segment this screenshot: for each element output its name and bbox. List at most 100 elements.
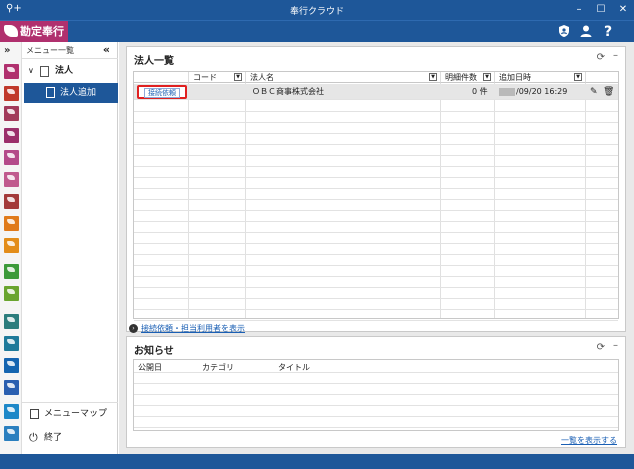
empty-row xyxy=(134,156,618,167)
app-switch-icon[interactable] xyxy=(4,172,19,187)
menu-header: メニュー一覧 « xyxy=(22,42,118,59)
column-header-date[interactable]: 追加日時 ▼ xyxy=(495,72,586,83)
arrow-right-circle-icon: › xyxy=(129,324,138,333)
building-icon xyxy=(40,66,49,77)
brand-logo[interactable]: 勘定奉行 xyxy=(0,21,68,43)
exit-button[interactable]: ⏻ 終了 xyxy=(22,427,118,449)
column-label: 追加日時 xyxy=(499,73,531,82)
menu-panel: メニュー一覧 « ∨ 法人 法人追加 メニューマップ ⏻ 終了 xyxy=(22,42,118,454)
filter-dropdown-icon[interactable]: ▼ xyxy=(574,73,582,81)
notices-table: 公開日 カテゴリ タイトル xyxy=(133,359,619,431)
empty-row xyxy=(134,167,618,178)
chevron-down-icon: ∨ xyxy=(28,66,34,75)
corp-list-card: 法人一覧 ⟳ – コード ▼ 法人名 ▼ 明細件数 ▼ 追加日時 ▼ 接続依頼 … xyxy=(126,46,626,334)
show-requests-link[interactable]: › 接続依頼・担当利用者を表示 xyxy=(129,323,245,334)
window-title: 奉行クラウド xyxy=(289,7,344,17)
refresh-icon[interactable]: ⟳ xyxy=(597,342,605,353)
corp-name-cell: ＯＢＣ商事株式会社 xyxy=(252,87,324,96)
app-switch-icon[interactable] xyxy=(4,150,19,165)
app-switch-icon[interactable] xyxy=(4,426,19,441)
filter-dropdown-icon[interactable]: ▼ xyxy=(234,73,242,81)
menu-item-add-corp[interactable]: 法人追加 xyxy=(24,83,118,103)
app-switch-icon[interactable] xyxy=(4,64,19,79)
menu-group-corp[interactable]: ∨ 法人 xyxy=(22,62,118,80)
app-switch-icon[interactable] xyxy=(4,358,19,373)
empty-row xyxy=(134,299,618,310)
empty-row xyxy=(134,288,618,299)
connection-request-button[interactable]: 接続依頼 xyxy=(137,85,187,99)
empty-row xyxy=(134,255,618,266)
app-switch-icon[interactable] xyxy=(4,404,19,419)
app-switch-icon[interactable] xyxy=(4,336,19,351)
app-switch-icon[interactable] xyxy=(4,238,19,253)
app-switch-icon[interactable] xyxy=(4,106,19,121)
empty-row xyxy=(134,134,618,145)
exit-label: 終了 xyxy=(44,433,63,443)
help-icon[interactable]: ? xyxy=(600,24,616,40)
empty-row xyxy=(134,178,618,189)
empty-row xyxy=(134,101,618,112)
collapse-menu-button[interactable]: « xyxy=(103,43,110,56)
column-header-title: タイトル xyxy=(278,363,310,372)
button-label: 接続依頼 xyxy=(144,88,180,98)
minimize-button[interactable]: – xyxy=(568,2,590,18)
app-switch-icon[interactable] xyxy=(4,264,19,279)
app-switch-icon[interactable] xyxy=(4,86,19,101)
notices-header-row: 公開日 カテゴリ タイトル xyxy=(134,360,618,373)
link-label: 接続依頼・担当利用者を表示 xyxy=(141,324,245,333)
app-switch-icon[interactable] xyxy=(4,380,19,395)
menu-group-label: 法人 xyxy=(55,66,74,76)
app-switch-icon[interactable] xyxy=(4,194,19,209)
user-icon[interactable] xyxy=(578,24,594,40)
power-icon: ⏻ xyxy=(29,431,38,444)
menu-header-label: メニュー一覧 xyxy=(26,46,74,55)
empty-row xyxy=(134,112,618,123)
minimize-card-icon[interactable]: – xyxy=(613,50,618,61)
table-row[interactable]: 接続依頼 ＯＢＣ商事株式会社 0 件 /09/20 16:29 ✎ 🗑 xyxy=(134,84,618,100)
column-label: 明細件数 xyxy=(445,73,477,82)
date-text: /09/20 16:29 xyxy=(516,87,568,96)
column-header-tools xyxy=(586,72,618,83)
menu-map-label: メニューマップ xyxy=(44,409,108,419)
empty-row xyxy=(134,244,618,255)
app-switch-icon[interactable] xyxy=(4,286,19,301)
shield-user-icon[interactable] xyxy=(556,24,572,40)
close-button[interactable]: ✕ xyxy=(612,2,634,18)
column-header-name[interactable]: 法人名 ▼ xyxy=(246,72,441,83)
masked-year xyxy=(499,88,515,96)
expand-menu-button[interactable]: » xyxy=(4,45,10,56)
app-switch-icon[interactable] xyxy=(4,314,19,329)
card-title: 法人一覧 xyxy=(134,56,174,67)
empty-row xyxy=(134,233,618,244)
corp-table: コード ▼ 法人名 ▼ 明細件数 ▼ 追加日時 ▼ 接続依頼 ＯＢＣ商事株式会社… xyxy=(133,71,619,321)
app-switcher-strip: » xyxy=(0,42,22,454)
filter-dropdown-icon[interactable]: ▼ xyxy=(429,73,437,81)
trash-icon[interactable]: 🗑 xyxy=(603,85,614,99)
menu-map-button[interactable]: メニューマップ xyxy=(22,402,118,424)
refresh-icon[interactable]: ⟳ xyxy=(597,52,605,63)
empty-row xyxy=(134,310,618,321)
column-header-code[interactable]: コード ▼ xyxy=(189,72,246,83)
maximize-button[interactable]: ☐ xyxy=(590,2,612,18)
brand-name: 勘定奉行 xyxy=(20,25,64,38)
main-area: 法人一覧 ⟳ – コード ▼ 法人名 ▼ 明細件数 ▼ 追加日時 ▼ 接続依頼 … xyxy=(119,42,634,454)
minimize-card-icon[interactable]: – xyxy=(613,340,618,351)
menu-item-label: 法人追加 xyxy=(60,88,97,98)
empty-row xyxy=(134,277,618,288)
app-switch-icon[interactable] xyxy=(4,128,19,143)
card-title: お知らせ xyxy=(134,346,174,357)
empty-row xyxy=(134,123,618,134)
app-header: 勘定奉行 ? xyxy=(0,20,634,43)
column-header-count[interactable]: 明細件数 ▼ xyxy=(441,72,495,83)
brand-icon xyxy=(4,25,18,37)
filter-dropdown-icon[interactable]: ▼ xyxy=(483,73,491,81)
edit-pencil-icon[interactable]: ✎ xyxy=(590,85,598,99)
view-all-link[interactable]: 一覧を表示する xyxy=(561,435,617,446)
empty-row xyxy=(134,145,618,156)
count-cell: 0 件 xyxy=(472,87,488,96)
column-header-date: 公開日 xyxy=(138,363,162,372)
empty-row xyxy=(134,211,618,222)
column-label: 法人名 xyxy=(250,73,274,82)
app-switch-icon[interactable] xyxy=(4,216,19,231)
column-label: コード xyxy=(193,73,217,82)
